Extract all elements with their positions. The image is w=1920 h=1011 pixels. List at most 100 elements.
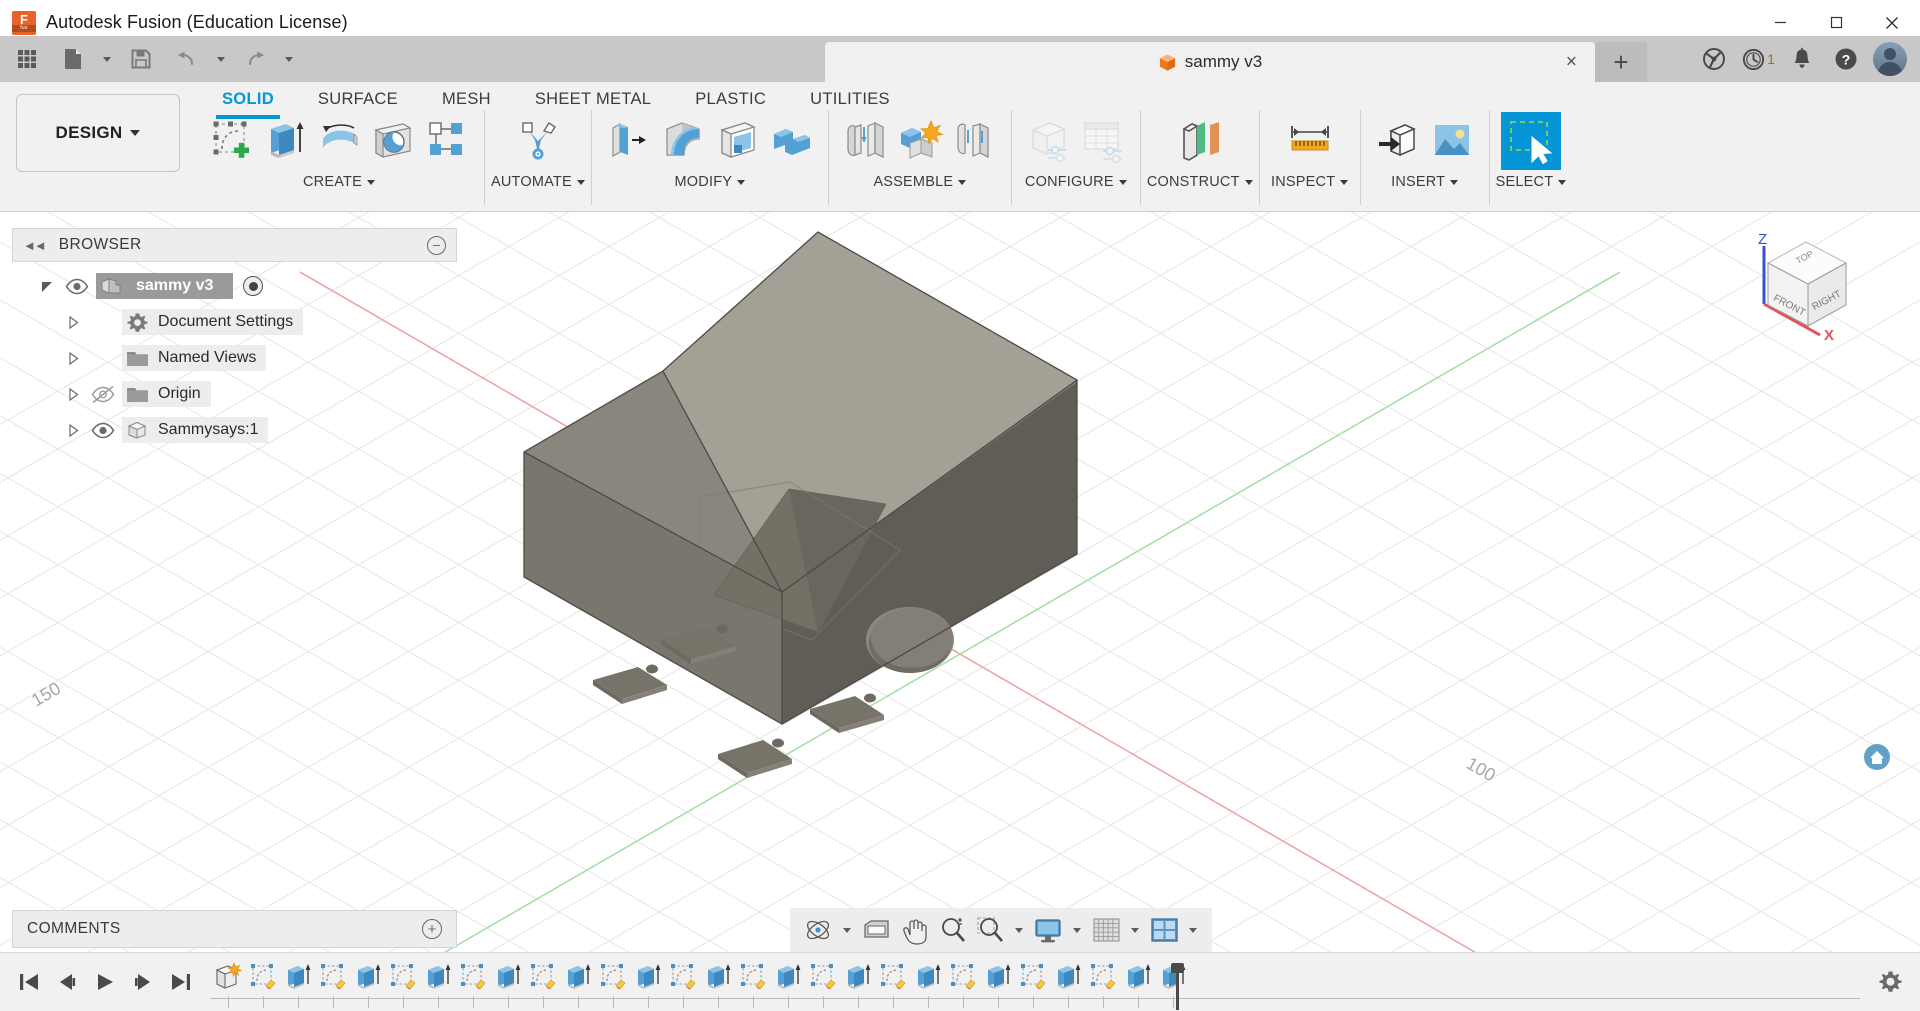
timeline-feature-extrude-10[interactable]	[910, 962, 945, 1008]
step-forward-icon[interactable]	[128, 967, 158, 997]
collapse-left-icon[interactable]: ◄◄	[23, 238, 47, 253]
press-pull-icon[interactable]	[602, 112, 656, 168]
timeline-feature-extrude-7[interactable]	[700, 962, 735, 1008]
workspace-selector[interactable]: DESIGN	[16, 94, 180, 172]
timeline-feature-sketch-7[interactable]	[665, 962, 700, 1008]
automate-joint-icon[interactable]	[511, 112, 565, 168]
grid-snaps-icon[interactable]	[1088, 912, 1124, 948]
revolve-icon[interactable]	[312, 112, 366, 168]
visibility-eye-icon[interactable]	[58, 278, 96, 295]
ribbon-group-automate-label[interactable]: AUTOMATE	[491, 174, 585, 190]
new-document-dropdown[interactable]	[94, 40, 120, 78]
ribbon-group-modify-label[interactable]: MODIFY	[675, 174, 746, 190]
app-grid-icon[interactable]	[8, 40, 46, 78]
as-built-joint-icon[interactable]	[947, 112, 1001, 168]
timeline-feature-sketch-4[interactable]	[455, 962, 490, 1008]
expand-triangle-icon[interactable]	[62, 315, 84, 329]
help-icon[interactable]: ?	[1826, 39, 1866, 79]
timeline-track[interactable]	[210, 953, 1860, 1011]
redo-icon[interactable]	[236, 40, 274, 78]
expand-triangle-icon[interactable]	[36, 280, 58, 293]
timeline-feature-extrude-1[interactable]	[280, 962, 315, 1008]
expand-triangle-icon[interactable]	[62, 423, 84, 437]
orbit-icon[interactable]	[800, 912, 836, 948]
tree-row-body[interactable]: sammy v3	[96, 273, 234, 299]
fillet-icon[interactable]	[656, 112, 710, 168]
fit-dropdown[interactable]	[1010, 927, 1028, 933]
tree-row-origin[interactable]: Origin	[12, 376, 457, 412]
joint-icon[interactable]	[839, 112, 893, 168]
tree-row-document-settings[interactable]: Document Settings	[12, 304, 457, 340]
insert-canvas-icon[interactable]	[1425, 112, 1479, 168]
timeline-feature-extrude-12[interactable]	[1050, 962, 1085, 1008]
timeline-feature-sketch-9[interactable]	[805, 962, 840, 1008]
ribbon-group-select-label[interactable]: SELECT	[1496, 174, 1567, 190]
timeline-feature-extrude-9[interactable]	[840, 962, 875, 1008]
viewports-icon[interactable]	[1146, 912, 1182, 948]
ribbon-group-construct-label[interactable]: CONSTRUCT	[1147, 174, 1253, 190]
timeline-feature-sketch-5[interactable]	[525, 962, 560, 1008]
tree-row-body[interactable]: Named Views	[122, 345, 267, 371]
visibility-eye-off-icon[interactable]	[84, 385, 122, 404]
ribbon-group-assemble-label[interactable]: ASSEMBLE	[873, 174, 967, 190]
display-settings-icon[interactable]	[1030, 912, 1066, 948]
timeline-feature-extrude-6[interactable]	[630, 962, 665, 1008]
play-icon[interactable]	[90, 967, 120, 997]
timeline-feature-sketch-10[interactable]	[875, 962, 910, 1008]
timeline-feature-extrude-4[interactable]	[490, 962, 525, 1008]
timeline-feature-sketch-8[interactable]	[735, 962, 770, 1008]
save-icon[interactable]	[122, 40, 160, 78]
ribbon-group-insert-label[interactable]: INSERT	[1391, 174, 1459, 190]
redo-dropdown[interactable]	[276, 40, 302, 78]
measure-icon[interactable]	[1270, 112, 1350, 168]
undo-dropdown[interactable]	[208, 40, 234, 78]
timeline-feature-extrude-5[interactable]	[560, 962, 595, 1008]
tree-row-sammy-v3[interactable]: sammy v3	[12, 268, 457, 304]
close-icon[interactable]: ×	[1566, 53, 1577, 72]
select-icon[interactable]	[1500, 112, 1561, 170]
timeline-feature-sketch-2[interactable]	[315, 962, 350, 1008]
configuration-table-icon[interactable]	[1076, 112, 1130, 168]
timeline-feature-extrude-2[interactable]	[350, 962, 385, 1008]
skip-to-beginning-icon[interactable]	[14, 967, 44, 997]
pan-icon[interactable]	[896, 912, 932, 948]
sweep-icon[interactable]	[366, 112, 420, 168]
timeline-feature-sketch-11[interactable]	[945, 962, 980, 1008]
extensions-icon[interactable]	[1694, 39, 1734, 79]
zoom-icon[interactable]	[934, 912, 970, 948]
tree-row-body[interactable]: Origin	[122, 381, 211, 407]
extrude-icon[interactable]	[258, 112, 312, 168]
new-component-icon[interactable]	[893, 112, 947, 168]
minus-circle-icon[interactable]: −	[427, 235, 446, 255]
tree-row-body[interactable]: Sammysays:1	[122, 417, 269, 443]
activate-component-radio[interactable]	[243, 276, 264, 296]
ribbon-group-create-label[interactable]: CREATE	[303, 174, 375, 190]
insert-derive-icon[interactable]	[1371, 112, 1425, 168]
expand-triangle-icon[interactable]	[62, 387, 84, 401]
timeline-settings-icon[interactable]	[1860, 970, 1920, 995]
account-avatar[interactable]	[1870, 39, 1910, 79]
create-sketch-icon[interactable]	[204, 112, 258, 168]
timeline-feature-extrude-11[interactable]	[980, 962, 1015, 1008]
grid-snaps-dropdown[interactable]	[1126, 927, 1144, 933]
tree-row-sammysays-1[interactable]: Sammysays:1	[12, 412, 457, 448]
plus-circle-icon[interactable]: +	[422, 919, 442, 939]
new-document-icon[interactable]	[54, 40, 92, 78]
new-tab-button[interactable]: +	[1595, 42, 1647, 82]
configure-design-icon[interactable]	[1022, 112, 1076, 168]
timeline-feature-sketch-12[interactable]	[1015, 962, 1050, 1008]
visibility-eye-icon[interactable]	[84, 422, 122, 439]
timeline-position-marker[interactable]	[1171, 963, 1184, 1010]
timeline-feature-sketch-13[interactable]	[1085, 962, 1120, 1008]
fit-icon[interactable]	[972, 912, 1008, 948]
timeline-feature-sketch-3[interactable]	[385, 962, 420, 1008]
timeline-feature-extrude-8[interactable]	[770, 962, 805, 1008]
display-settings-dropdown[interactable]	[1068, 927, 1086, 933]
ribbon-group-configure-label[interactable]: CONFIGURE	[1025, 174, 1127, 190]
expand-triangle-icon[interactable]	[62, 351, 84, 365]
ribbon-group-inspect-label[interactable]: INSPECT	[1271, 174, 1349, 190]
step-back-icon[interactable]	[52, 967, 82, 997]
job-status-icon[interactable]: 1	[1738, 39, 1778, 79]
combine-icon[interactable]	[764, 112, 818, 168]
timeline-feature-sketch-6[interactable]	[595, 962, 630, 1008]
